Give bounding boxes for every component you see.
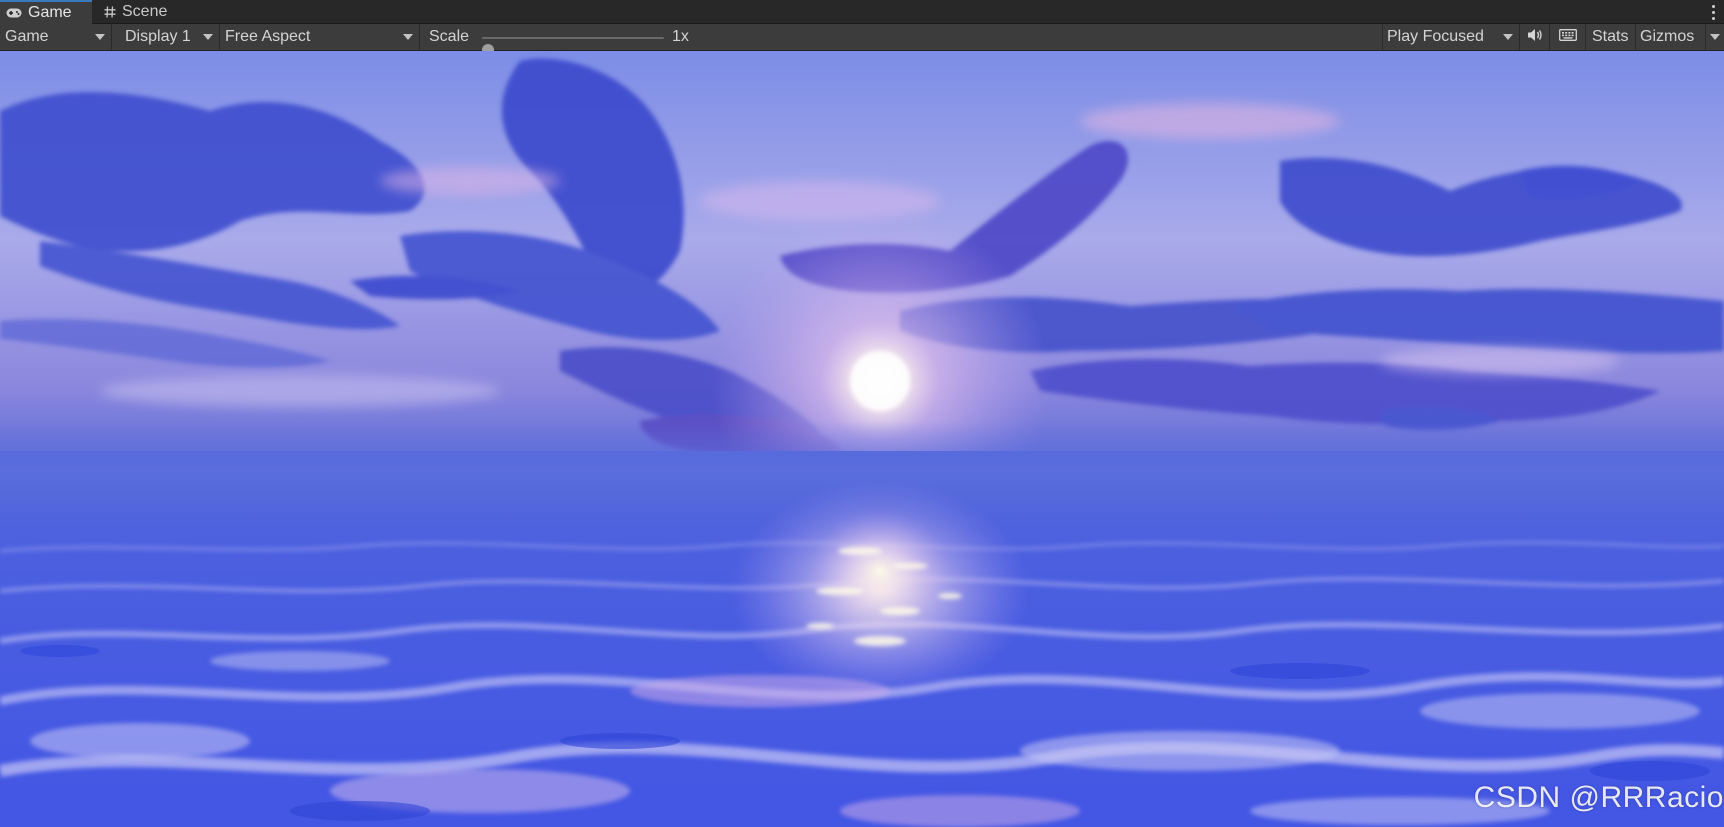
keyboard-shortcuts-button[interactable] — [1549, 24, 1585, 50]
chevron-down-icon — [1503, 34, 1513, 40]
speaker-icon — [1527, 28, 1543, 47]
aspect-dropdown[interactable]: Free Aspect — [220, 24, 420, 50]
play-mode-dropdown[interactable]: Play Focused — [1382, 24, 1519, 50]
view-dropdown-label: Game — [5, 28, 49, 45]
scale-slider-track[interactable] — [482, 37, 664, 56]
game-viewport[interactable]: CSDN @RRRacio — [0, 51, 1724, 827]
tab-bar: Game Scene — [0, 0, 1724, 24]
gizmos-dropdown[interactable] — [1705, 24, 1724, 50]
stats-button[interactable]: Stats — [1585, 24, 1635, 50]
scale-label: Scale — [429, 28, 470, 45]
gizmos-label: Gizmos — [1640, 28, 1695, 45]
play-mode-label: Play Focused — [1387, 28, 1484, 45]
mute-audio-button[interactable] — [1519, 24, 1549, 50]
chevron-down-icon — [1710, 34, 1720, 40]
chevron-down-icon — [203, 34, 213, 40]
scale-value: 1x — [672, 28, 689, 45]
tab-game-label: Game — [28, 4, 72, 21]
keyboard-icon — [1558, 28, 1577, 46]
watermark-text: CSDN @RRRacio — [1473, 781, 1724, 814]
game-render-image — [0, 51, 1724, 827]
scale-control: Scale 1x — [422, 24, 712, 56]
chevron-down-icon — [403, 34, 413, 40]
more-options-icon[interactable] — [1708, 2, 1718, 22]
gamepad-icon — [6, 8, 22, 18]
tab-game[interactable]: Game — [0, 0, 92, 24]
display-dropdown-label: Display 1 — [125, 28, 191, 45]
view-dropdown[interactable]: Game — [0, 24, 112, 50]
display-dropdown[interactable]: Display 1 — [120, 24, 220, 50]
stats-label: Stats — [1592, 28, 1629, 45]
hash-icon — [104, 6, 116, 18]
game-toolbar: Game Display 1 Free Aspect Scale 1x Play… — [0, 24, 1724, 56]
gizmos-button[interactable]: Gizmos — [1635, 24, 1705, 50]
aspect-dropdown-label: Free Aspect — [225, 28, 311, 45]
tab-scene-label: Scene — [122, 3, 168, 20]
tab-scene[interactable]: Scene — [96, 0, 180, 24]
chevron-down-icon — [95, 34, 105, 40]
unity-game-window: Game Scene Game Display 1 Free Aspect Sc… — [0, 0, 1724, 827]
